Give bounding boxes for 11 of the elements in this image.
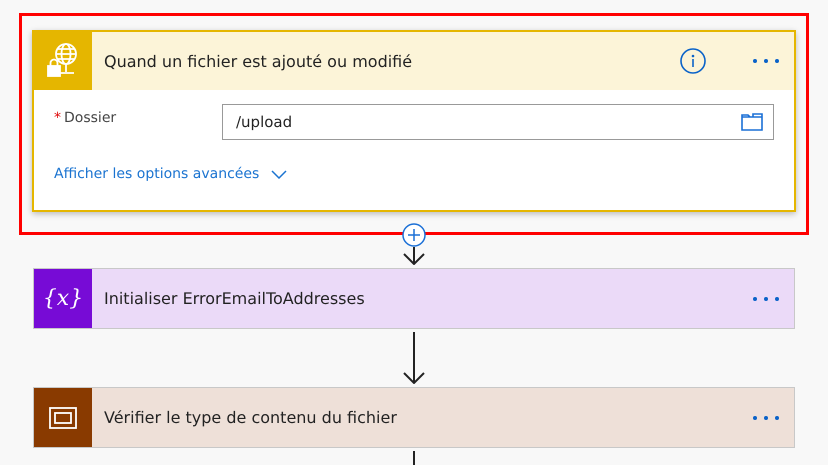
field-label: * Dossier — [54, 109, 118, 126]
step-card[interactable]: Quand un fichier est ajouté ou modifié * Dossier /upload Afficher les options avancées — [32, 30, 796, 212]
advanced-options-link[interactable]: Afficher les options avancées — [54, 166, 288, 182]
step-title: Initialiser ErrorEmailToAddresses — [103, 289, 366, 308]
step-title: Vérifier le type de contenu du fichier — [103, 408, 398, 427]
required-mark: * — [54, 110, 61, 126]
folder-field[interactable]: /upload — [222, 104, 774, 140]
step-title: Quand un fichier est ajouté ou modifié — [103, 52, 414, 70]
variable-icon: {x} — [42, 286, 84, 311]
step-card[interactable]: Vérifier le type de contenu du fichier — [33, 387, 795, 448]
step-card[interactable]: {x} Initialiser ErrorEmailToAddresses — [33, 268, 795, 329]
